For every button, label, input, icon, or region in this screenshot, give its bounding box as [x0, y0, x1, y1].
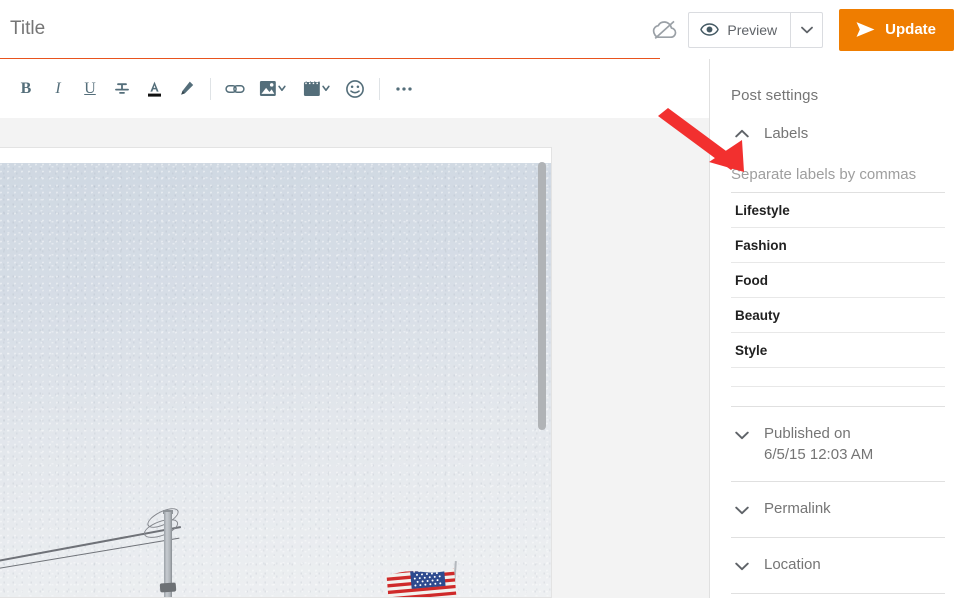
cloud-off-icon[interactable] [652, 11, 678, 49]
toolbar-divider [379, 77, 380, 100]
eye-icon [700, 23, 720, 36]
more-icon [396, 86, 412, 91]
labels-body: Lifestyle Fashion Food Beauty Style [710, 166, 966, 387]
insert-image-button[interactable] [251, 73, 295, 105]
editor-actions: Preview Update [653, 0, 966, 59]
strikethrough-icon [115, 82, 129, 94]
chevron-down-icon [731, 424, 753, 446]
underline-button[interactable]: U [74, 73, 106, 105]
strikethrough-button[interactable] [106, 73, 138, 105]
post-body-panel[interactable] [0, 147, 552, 598]
preview-dropdown-chevron-down-icon[interactable] [790, 12, 822, 47]
blogger-post-editor: Preview Update B I U [0, 0, 966, 598]
update-label: Update [885, 21, 936, 38]
bold-icon: B [20, 79, 32, 97]
location-label: Location [764, 556, 821, 573]
preview-label: Preview [727, 21, 778, 38]
underline-icon: U [84, 79, 96, 97]
sidebar-row-published-on[interactable]: Published on 6/5/15 12:03 AM [710, 407, 966, 481]
link-button[interactable] [219, 73, 251, 105]
labels-section-label: Labels [764, 124, 809, 142]
text-color-button[interactable] [138, 73, 170, 105]
send-icon [856, 22, 875, 37]
label-suggestion-item[interactable]: Lifestyle [731, 193, 945, 228]
italic-icon: I [55, 79, 61, 97]
insert-video-button[interactable] [295, 73, 339, 105]
image-icon [259, 81, 276, 96]
highlight-button[interactable] [170, 73, 202, 105]
pole-clamp [159, 582, 177, 593]
chevron-down-icon [322, 85, 330, 92]
sidebar-row-location[interactable]: Location [710, 538, 966, 593]
post-image[interactable] [0, 163, 551, 597]
film-grain-overlay [0, 163, 551, 597]
editor-scrollbar-thumb[interactable] [538, 162, 546, 430]
text-color-icon [147, 81, 161, 97]
editor-topbar [0, 0, 709, 60]
chevron-down-icon [278, 85, 286, 92]
emoji-button[interactable] [339, 73, 371, 105]
sidebar-row-divider [731, 593, 945, 594]
preview-button-group: Preview [688, 11, 824, 48]
post-settings-sidebar: Post settings Labels Lifestyle Fashion F… [709, 59, 966, 598]
preview-button[interactable]: Preview [689, 13, 790, 47]
editor-canvas [0, 118, 709, 598]
us-flag [384, 565, 460, 597]
sidebar-row-permalink[interactable]: Permalink [710, 482, 966, 537]
chevron-up-icon [731, 122, 753, 144]
post-title-input[interactable] [0, 0, 660, 58]
bold-button[interactable]: B [10, 73, 42, 105]
label-suggestion-item[interactable]: Beauty [731, 298, 945, 333]
toolbar-divider [210, 77, 211, 100]
italic-button[interactable]: I [42, 73, 74, 105]
labels-section-header[interactable]: Labels [710, 104, 966, 144]
post-settings-title: Post settings [731, 87, 819, 104]
label-suggestion-placeholder-row [731, 368, 945, 387]
labels-input[interactable] [731, 166, 945, 193]
link-icon [225, 84, 245, 93]
chevron-down-icon [731, 499, 753, 521]
label-suggestion-item[interactable]: Style [731, 333, 945, 368]
formatting-toolbar: B I U [0, 59, 709, 118]
published-on-value: 6/5/15 12:03 AM [764, 446, 874, 463]
label-suggestion-item[interactable]: Fashion [731, 228, 945, 263]
more-options-button[interactable] [388, 73, 420, 105]
published-on-label: Published on [764, 425, 851, 442]
emoji-icon [346, 79, 364, 98]
update-button[interactable]: Update [839, 8, 954, 51]
video-icon [303, 81, 320, 96]
permalink-label: Permalink [764, 500, 831, 517]
marker-icon [180, 81, 193, 95]
label-suggestion-item[interactable]: Food [731, 263, 945, 298]
chevron-down-icon [731, 555, 753, 577]
